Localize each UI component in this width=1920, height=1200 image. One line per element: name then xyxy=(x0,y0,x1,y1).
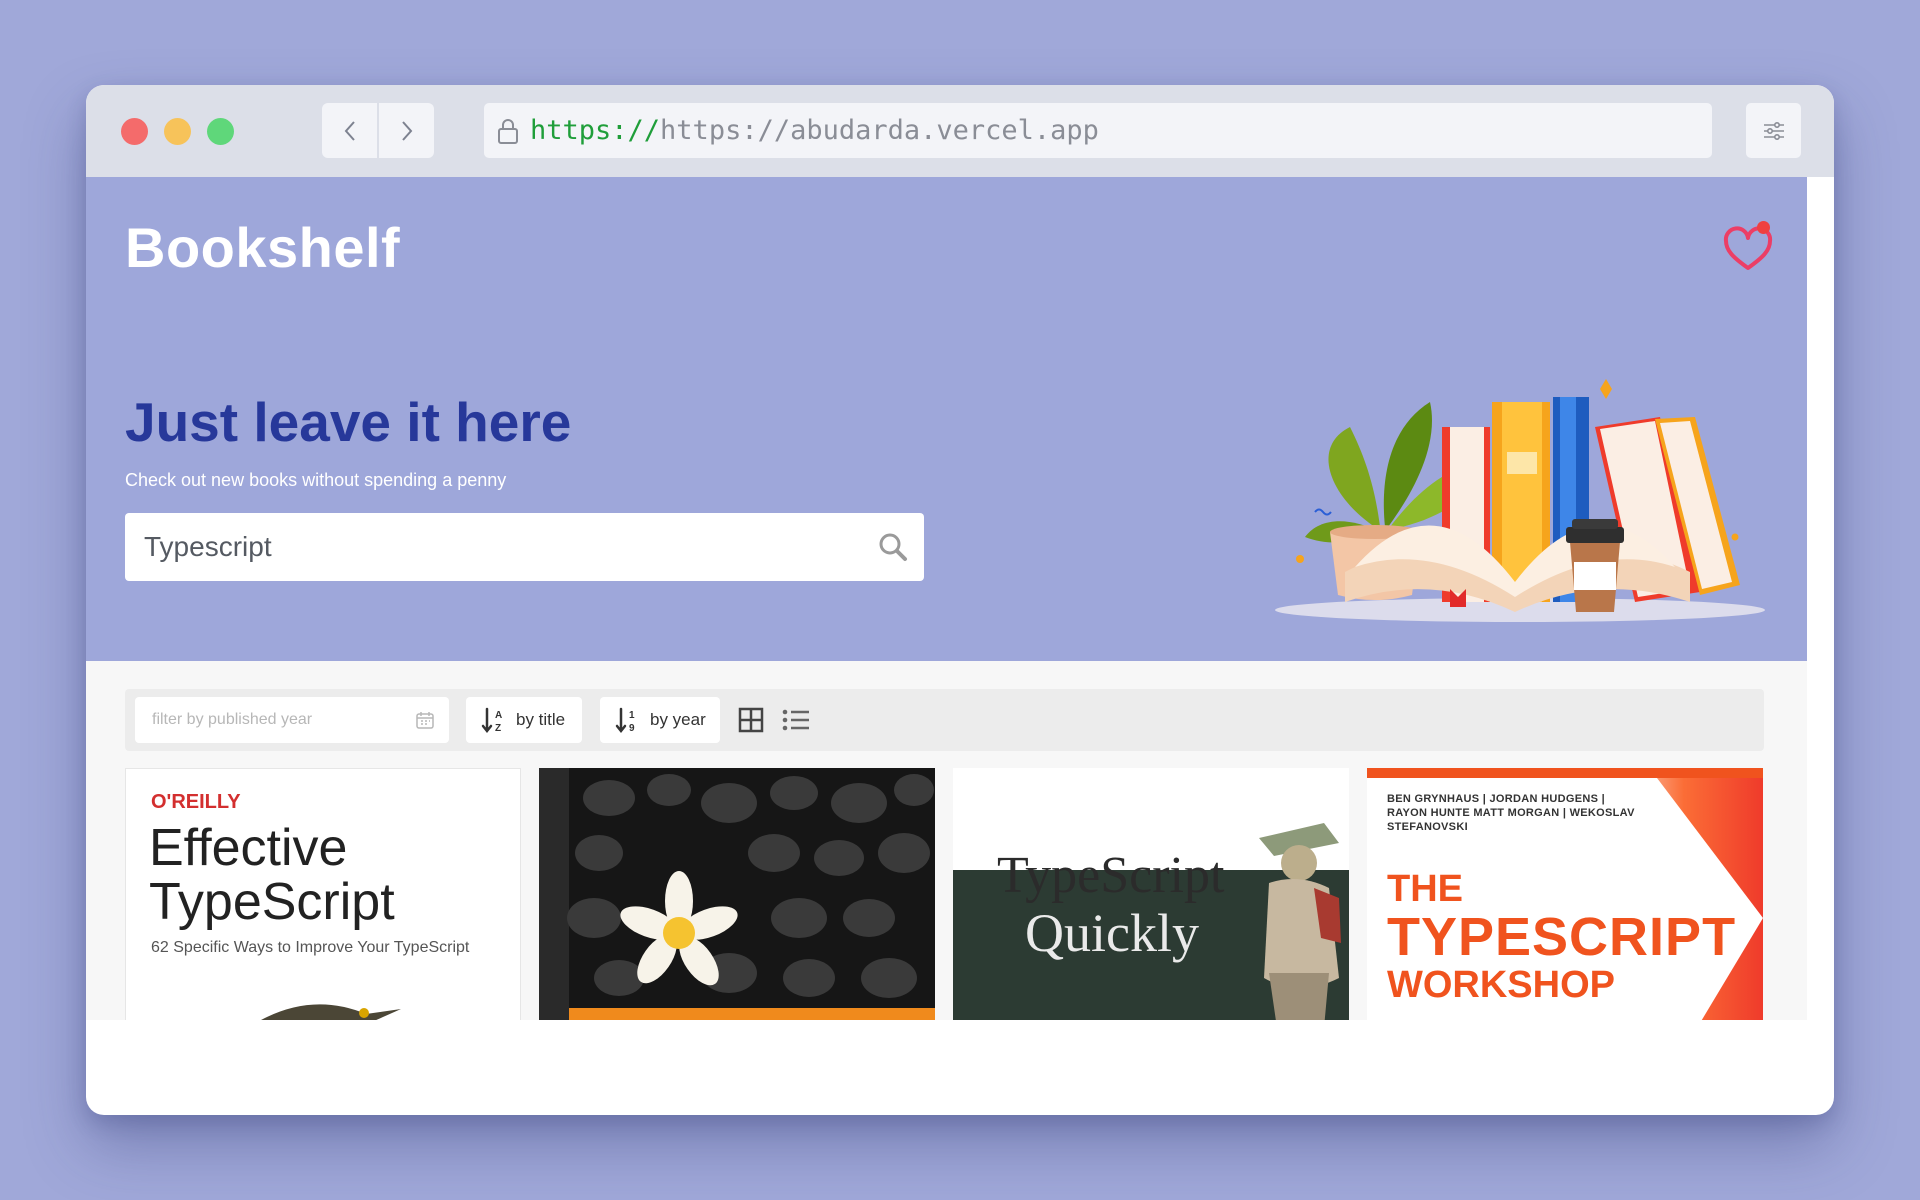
browser-settings-button[interactable] xyxy=(1746,103,1801,158)
maximize-window-button[interactable] xyxy=(207,118,234,145)
book-title-prefix: THE xyxy=(1387,868,1463,910)
favorites-button[interactable] xyxy=(1720,221,1776,277)
grid-icon xyxy=(738,707,764,733)
book-subtitle: WORKSHOP xyxy=(1387,964,1615,1006)
chevron-right-icon xyxy=(401,120,412,141)
back-button[interactable] xyxy=(322,103,377,158)
book-subtitle: 62 Specific Ways to Improve Your TypeScr… xyxy=(151,939,470,956)
favorites-badge xyxy=(1757,221,1770,234)
browser-titlebar: https:// https://abudarda.vercel.app xyxy=(86,85,1834,177)
sort-by-title-label: by title xyxy=(516,710,566,729)
book-title-line: Effective xyxy=(149,819,348,877)
hero-headline: Just leave it here xyxy=(125,391,572,453)
book-grid: O'REILLY Effective TypeScript 62 Specifi… xyxy=(125,768,1764,1020)
app-brand[interactable]: Bookshelf xyxy=(125,215,400,280)
search-input[interactable]: Typescript xyxy=(144,531,878,563)
books-illustration xyxy=(1275,379,1765,622)
url-host: https://abudarda.vercel.app xyxy=(660,115,1099,146)
book-title: Effective TypeScript xyxy=(149,821,395,929)
list-view-button[interactable] xyxy=(781,706,811,734)
book-authors: BEN GRYNHAUS | JORDAN HUDGENS | RAYON HU… xyxy=(1387,793,1635,833)
svg-text:9: 9 xyxy=(629,723,635,734)
forward-button[interactable] xyxy=(379,103,434,158)
sliders-icon xyxy=(1763,121,1784,140)
svg-text:1: 1 xyxy=(629,710,635,721)
hero-subline: Check out new books without spending a p… xyxy=(125,470,507,490)
lock-icon xyxy=(496,117,520,145)
sort-by-year-label: by year xyxy=(650,710,706,729)
search-box[interactable]: Typescript xyxy=(125,513,924,581)
book-card[interactable]: BEN GRYNHAUS | JORDAN HUDGENS | RAYON HU… xyxy=(1367,768,1763,1020)
sort-by-year-button[interactable]: 19 by year xyxy=(600,697,720,743)
book-publisher: O'REILLY xyxy=(151,791,241,813)
url-scheme: https:// xyxy=(530,115,661,146)
svg-text:Z: Z xyxy=(495,723,501,734)
book-title: TYPESCRIPT xyxy=(1387,907,1737,967)
minimize-window-button[interactable] xyxy=(164,118,191,145)
address-bar[interactable]: https:// https://abudarda.vercel.app xyxy=(484,103,1712,158)
page-viewport: Bookshelf Just leave it here Check out n… xyxy=(86,177,1807,1020)
book-title-line: TypeScript xyxy=(997,847,1225,904)
chevron-left-icon xyxy=(344,120,355,141)
browser-window: https:// https://abudarda.vercel.app Boo… xyxy=(86,85,1834,1115)
stones-cover-image xyxy=(539,768,935,1020)
book-title-line: TypeScript xyxy=(149,873,395,931)
svg-text:A: A xyxy=(495,710,502,721)
grid-view-button[interactable] xyxy=(737,706,765,734)
book-title-line: Quickly xyxy=(1025,903,1199,963)
list-icon xyxy=(782,709,809,731)
book-card[interactable] xyxy=(539,768,935,1020)
book-card[interactable]: TypeScript Quickly xyxy=(953,768,1349,1020)
sort-numeric-icon: 19 xyxy=(615,707,635,734)
bird-illustration xyxy=(261,1004,401,1020)
calendar-icon[interactable] xyxy=(415,710,435,730)
book-card[interactable]: O'REILLY Effective TypeScript 62 Specifi… xyxy=(125,768,521,1020)
search-icon[interactable] xyxy=(878,532,908,562)
figure-illustration xyxy=(1259,823,1341,1020)
year-filter-placeholder: filter by published year xyxy=(152,711,313,728)
filter-toolbar: filter by published year AZ by title 19 … xyxy=(125,689,1764,751)
close-window-button[interactable] xyxy=(121,118,148,145)
sort-alpha-icon: AZ xyxy=(481,707,502,734)
year-filter-input[interactable]: filter by published year xyxy=(135,697,449,743)
page-scrollbar[interactable] xyxy=(1807,177,1834,1020)
hero-section: Bookshelf Just leave it here Check out n… xyxy=(86,177,1807,661)
sort-by-title-button[interactable]: AZ by title xyxy=(466,697,582,743)
